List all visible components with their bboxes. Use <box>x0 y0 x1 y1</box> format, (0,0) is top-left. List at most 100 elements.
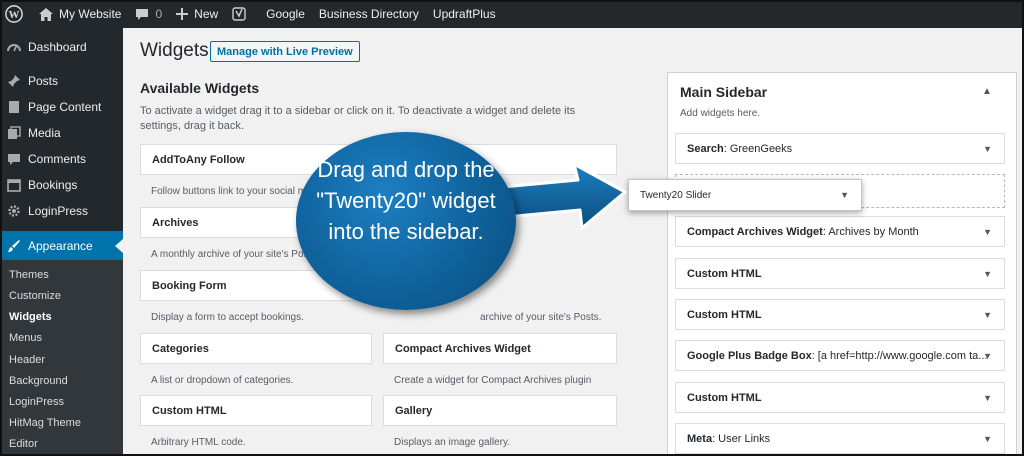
expand-arrow-icon[interactable]: ▼ <box>983 351 992 361</box>
sidebar-widget-compact-archives[interactable]: Compact Archives Widget: Archives by Mon… <box>675 216 1005 247</box>
submenu-item-header[interactable]: Header <box>9 354 45 366</box>
admin-bar: W My Website 0 New Google Business Direc… <box>0 0 1024 28</box>
sidebar-widget-name: Google Plus Badge Box <box>687 349 812 362</box>
media-icon <box>6 125 22 141</box>
widget-title: Categories <box>152 342 209 355</box>
adminbar-link-business-directory[interactable]: Business Directory <box>312 0 426 28</box>
submenu-item-editor[interactable]: Editor <box>9 438 38 450</box>
menu-item-appearance[interactable]: Appearance <box>0 231 123 261</box>
sidebar-widget-detail: : Archives by Month <box>822 225 919 238</box>
comments-link[interactable]: 0 <box>128 0 169 28</box>
yoast-link[interactable] <box>225 0 259 28</box>
widget-categories[interactable]: Categories <box>140 333 372 364</box>
available-widgets-title: Available Widgets <box>140 80 260 96</box>
new-content-link[interactable]: New <box>169 0 225 28</box>
menu-label-bookings: Bookings <box>28 178 78 192</box>
submenu-item-background[interactable]: Background <box>9 375 68 387</box>
widget-description-partial: archive of your site's Posts. <box>480 312 602 323</box>
expand-arrow-icon[interactable]: ▼ <box>983 144 992 154</box>
menu-item-dashboard[interactable]: Dashboard <box>0 34 123 60</box>
widget-gallery[interactable]: Gallery <box>383 395 617 426</box>
sidebar-widget-meta[interactable]: Meta: User Links ▼ <box>675 423 1005 454</box>
sidebar-widget-detail: : User Links <box>712 432 771 445</box>
menu-item-posts[interactable]: Posts <box>0 68 123 94</box>
instruction-callout-text: Drag and drop the "Twenty20" widget into… <box>316 157 496 244</box>
sidebar-widget-custom-html[interactable]: Custom HTML ▼ <box>675 299 1005 330</box>
sidebar-widget-name: Custom HTML <box>687 267 762 280</box>
sidebar-widget-google-plus-badge[interactable]: Google Plus Badge Box: [a href=http://ww… <box>675 340 1005 371</box>
submenu-item-widgets[interactable]: Widgets <box>9 311 52 323</box>
expand-arrow-icon[interactable]: ▼ <box>840 190 849 200</box>
expand-arrow-icon[interactable]: ▼ <box>983 227 992 237</box>
comment-icon <box>6 151 22 167</box>
adminbar-link-updraftplus[interactable]: UpdraftPlus <box>426 0 503 28</box>
widget-description: Create a widget for Compact Archives plu… <box>394 375 592 386</box>
main-sidebar-title: Main Sidebar <box>680 84 768 100</box>
menu-item-comments[interactable]: Comments <box>0 146 123 172</box>
menu-label-appearance: Appearance <box>28 239 93 253</box>
manage-live-preview-button[interactable]: Manage with Live Preview <box>210 41 360 62</box>
sidebar-widget-name: Meta <box>687 432 713 445</box>
calendar-icon <box>6 177 22 193</box>
widget-custom-html[interactable]: Custom HTML <box>140 395 372 426</box>
yoast-icon <box>232 7 246 21</box>
sidebar-widget-name: Custom HTML <box>687 391 762 404</box>
menu-label-page-content: Page Content <box>28 100 102 114</box>
menu-label-loginpress: LoginPress <box>28 204 89 218</box>
widget-compact-archives[interactable]: Compact Archives Widget <box>383 333 617 364</box>
collapse-arrow-icon[interactable]: ▲ <box>982 86 992 97</box>
home-icon <box>39 7 53 21</box>
submenu-item-menus[interactable]: Menus <box>9 332 42 344</box>
comments-count: 0 <box>155 7 163 21</box>
sidebar-widget-custom-html[interactable]: Custom HTML ▼ <box>675 258 1005 289</box>
submenu-item-hitmag-theme[interactable]: HitMag Theme <box>9 417 81 429</box>
site-name-link[interactable]: My Website <box>32 0 128 28</box>
widget-title: Gallery <box>395 404 433 417</box>
submenu-item-loginpress[interactable]: LoginPress <box>9 396 64 408</box>
dragging-widget-title: Twenty20 Slider <box>640 189 712 201</box>
widget-title: Archives <box>152 216 199 229</box>
menu-item-page-content[interactable]: Page Content <box>0 94 123 120</box>
submenu-item-themes[interactable]: Themes <box>9 269 49 281</box>
new-label: New <box>194 7 219 21</box>
widget-description: Arbitrary HTML code. <box>151 437 246 448</box>
menu-item-loginpress[interactable]: LoginPress <box>0 198 123 224</box>
expand-arrow-icon[interactable]: ▼ <box>983 393 992 403</box>
sidebar-widget-name: Custom HTML <box>687 308 762 321</box>
page-title: Widgets <box>140 40 209 61</box>
dashboard-icon <box>6 39 22 55</box>
dragging-widget-twenty20-slider[interactable]: Twenty20 Slider ▼ <box>628 179 862 211</box>
widget-description: Display a form to accept bookings. <box>151 312 304 323</box>
main-sidebar-hint: Add widgets here. <box>680 108 761 119</box>
sidebar-widget-detail: : GreenGeeks <box>723 142 793 155</box>
page-icon <box>6 99 22 115</box>
widget-title: Booking Form <box>152 279 227 292</box>
menu-item-media[interactable]: Media <box>0 120 123 146</box>
sidebar-widget-detail: : [a href=http://www.google.com ta... <box>811 349 988 362</box>
menu-label-media: Media <box>28 126 61 140</box>
site-name-label: My Website <box>59 7 122 21</box>
plus-icon <box>176 8 189 20</box>
menu-label-comments: Comments <box>28 152 87 166</box>
sidebar-widget-custom-html[interactable]: Custom HTML ▼ <box>675 382 1005 413</box>
comment-icon <box>136 8 149 20</box>
expand-arrow-icon[interactable]: ▼ <box>983 269 992 279</box>
wordpress-logo-icon[interactable]: W <box>2 0 32 28</box>
widget-title: Compact Archives Widget <box>395 342 531 355</box>
menu-item-bookings[interactable]: Bookings <box>0 172 123 198</box>
menu-label-dashboard: Dashboard <box>28 40 87 54</box>
expand-arrow-icon[interactable]: ▼ <box>983 434 992 444</box>
appearance-submenu: Themes Customize Widgets Menus Header Ba… <box>0 260 123 456</box>
pin-icon <box>6 73 22 89</box>
expand-arrow-icon[interactable]: ▼ <box>983 310 992 320</box>
widget-description: A list or dropdown of categories. <box>151 375 294 386</box>
widget-title: AddToAny Follow <box>152 153 245 166</box>
gear-icon <box>6 203 22 219</box>
adminbar-link-google[interactable]: Google <box>259 0 312 28</box>
sidebar-widget-search[interactable]: Search: GreenGeeks ▼ <box>675 133 1005 164</box>
brush-icon <box>6 238 22 254</box>
submenu-item-customize[interactable]: Customize <box>9 290 61 302</box>
widget-title: Custom HTML <box>152 404 227 417</box>
sidebar-widget-name: Search <box>687 142 724 155</box>
svg-text:W: W <box>9 9 20 21</box>
